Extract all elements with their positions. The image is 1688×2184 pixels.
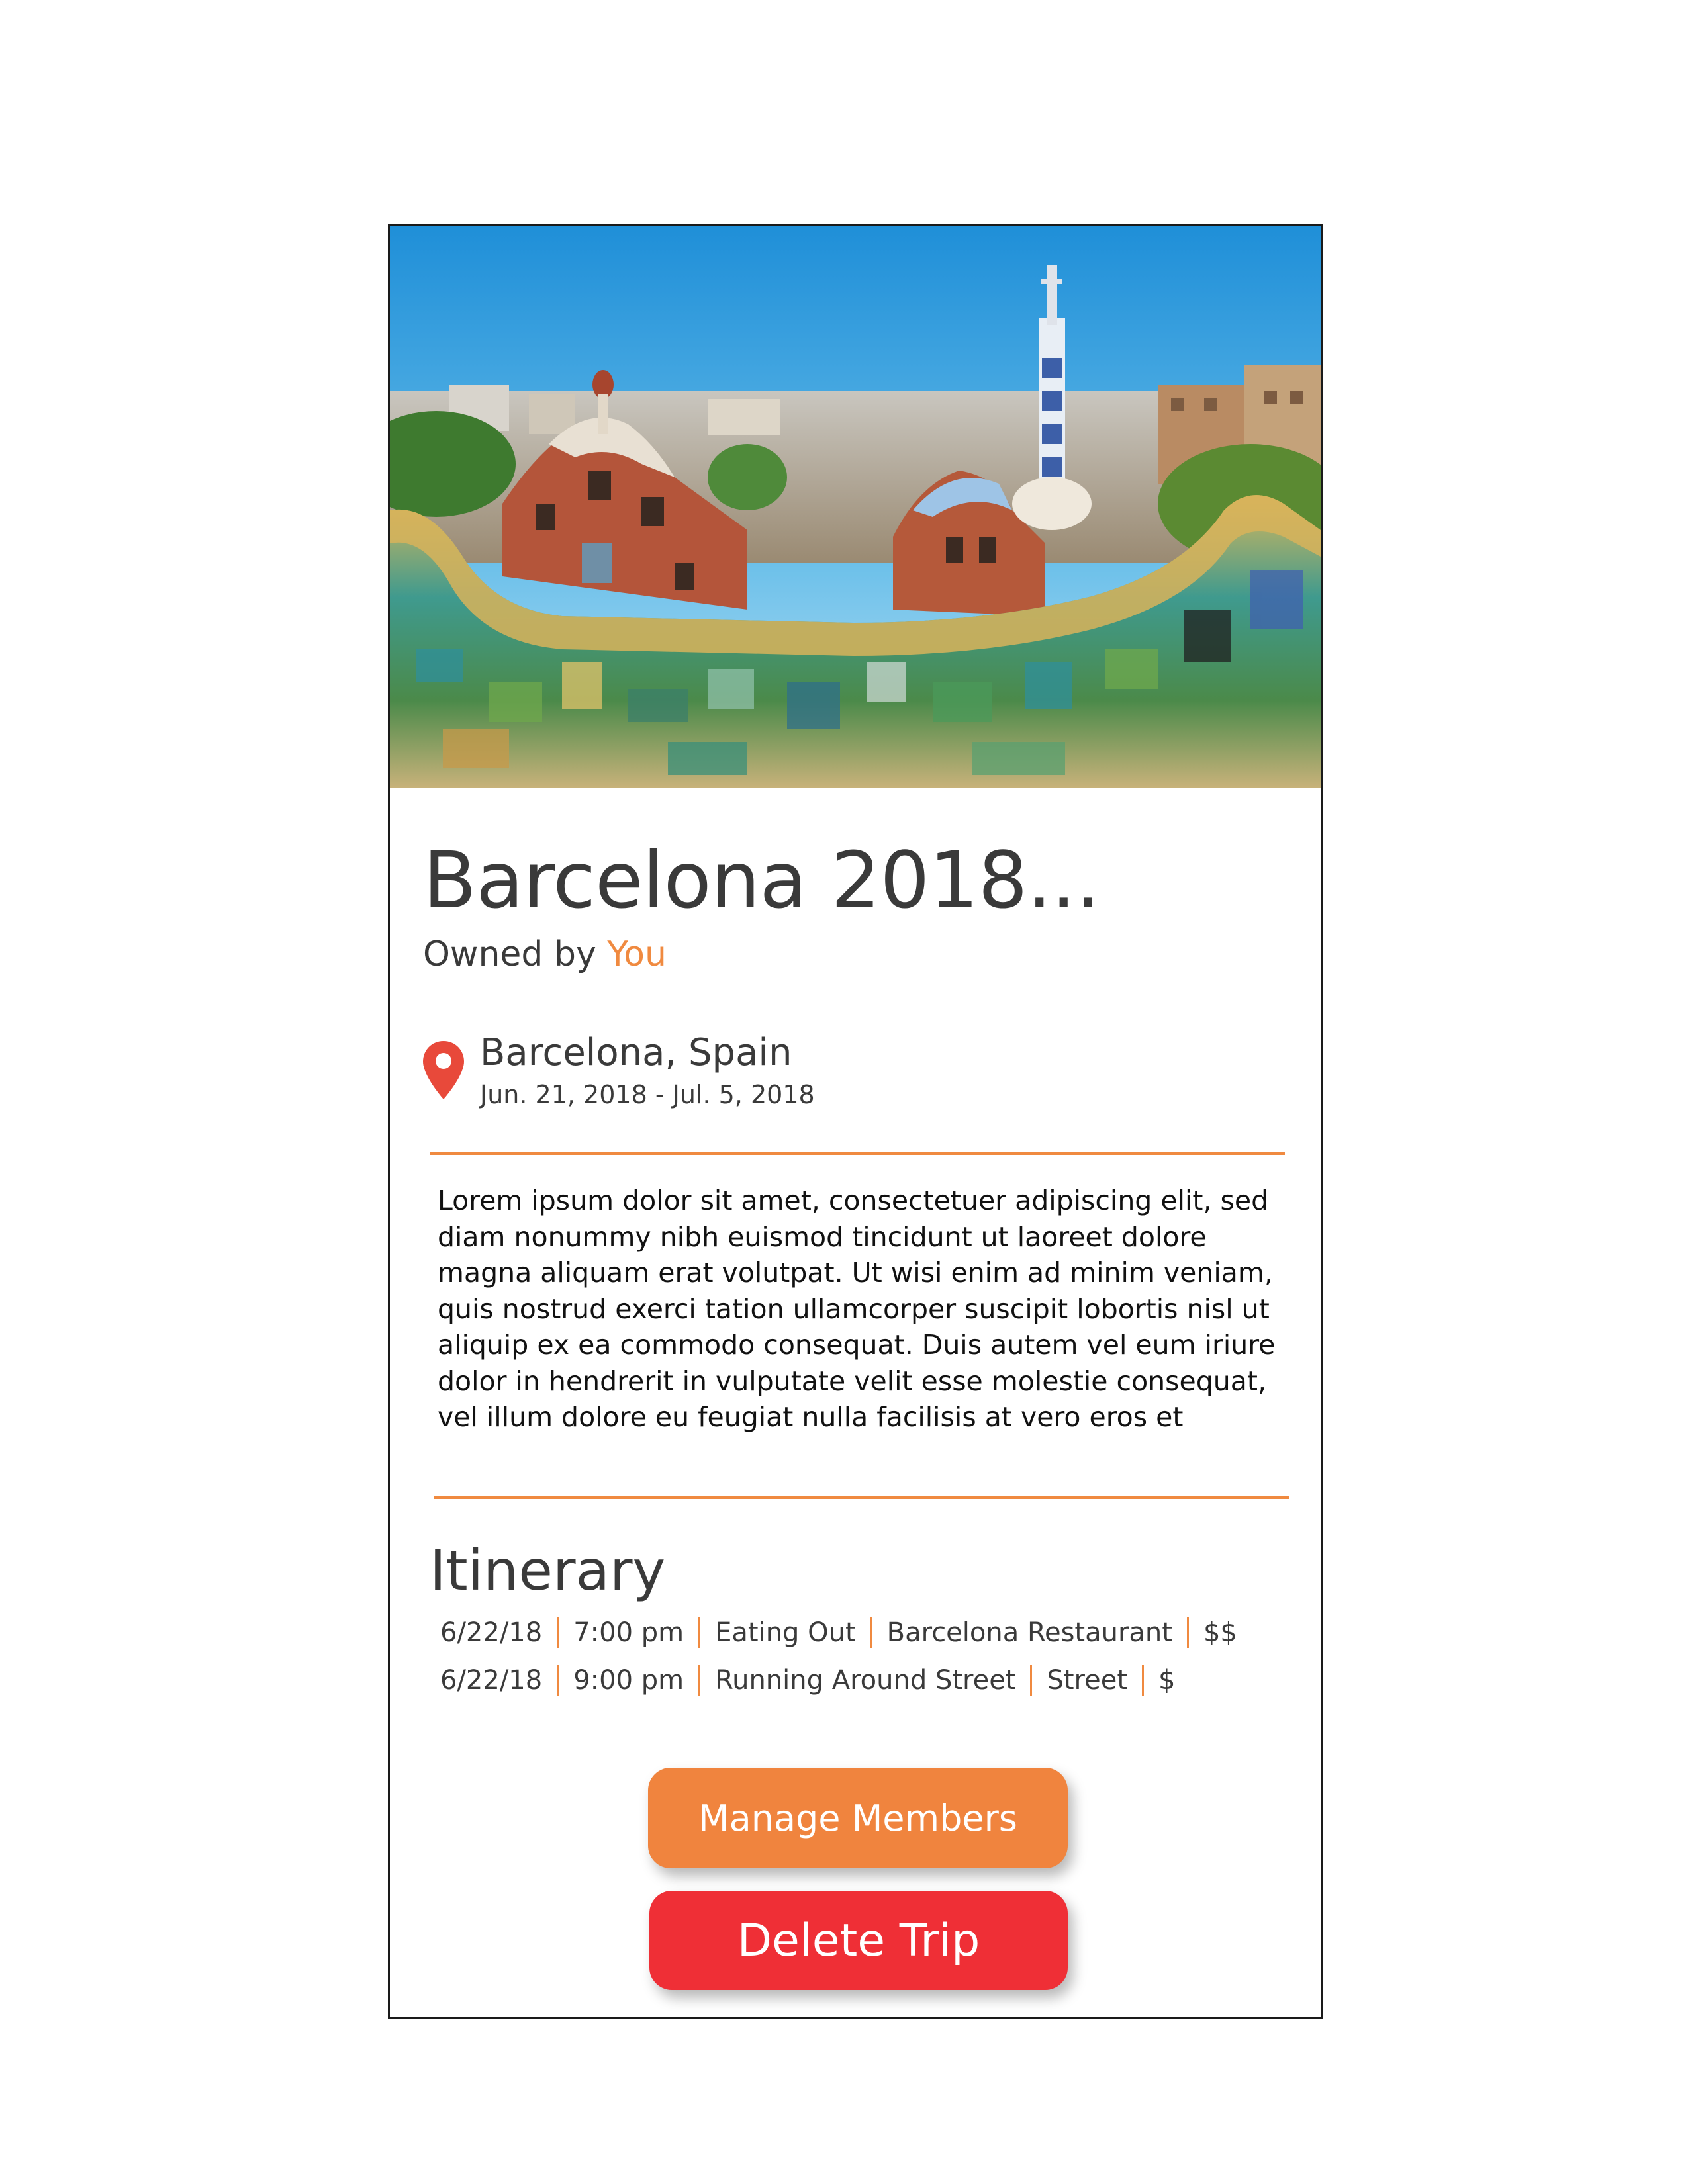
divider-bottom <box>434 1496 1289 1499</box>
itinerary-cost: $ <box>1158 1665 1176 1696</box>
divider-top <box>430 1152 1285 1155</box>
itinerary-list: 6/22/18 7:00 pm Eating Out Barcelona Res… <box>440 1614 1252 1709</box>
itinerary-place: Barcelona Restaurant <box>886 1617 1172 1648</box>
trip-cover-image <box>390 226 1321 788</box>
manage-members-button[interactable]: Manage Members <box>648 1768 1068 1868</box>
itinerary-activity: Eating Out <box>715 1617 856 1648</box>
itinerary-row[interactable]: 6/22/18 9:00 pm Running Around Street St… <box>440 1662 1252 1699</box>
itinerary-time: 9:00 pm <box>573 1665 684 1696</box>
trip-detail-screen: Barcelona 2018... Owned by You Barcelona… <box>388 224 1323 2019</box>
itinerary-place: Street <box>1047 1665 1128 1696</box>
owned-by-label: Owned by <box>423 934 596 974</box>
location-name: Barcelona, Spain <box>480 1031 792 1074</box>
trip-title: Barcelona 2018... <box>423 835 1100 926</box>
itinerary-date: 6/22/18 <box>440 1665 543 1696</box>
itinerary-row[interactable]: 6/22/18 7:00 pm Eating Out Barcelona Res… <box>440 1614 1252 1651</box>
itinerary-time: 7:00 pm <box>573 1617 684 1648</box>
map-pin-icon <box>423 1041 464 1099</box>
trip-owner-line: Owned by You <box>423 937 667 972</box>
itinerary-activity: Running Around Street <box>715 1665 1016 1696</box>
owner-name[interactable]: You <box>607 934 667 974</box>
trip-dates: Jun. 21, 2018 - Jul. 5, 2018 <box>480 1080 815 1109</box>
itinerary-heading: Itinerary <box>430 1538 666 1603</box>
delete-trip-button[interactable]: Delete Trip <box>649 1891 1068 1990</box>
itinerary-cost: $$ <box>1203 1617 1237 1648</box>
trip-description: Lorem ipsum dolor sit amet, consectetuer… <box>438 1185 1276 1433</box>
itinerary-date: 6/22/18 <box>440 1617 543 1648</box>
